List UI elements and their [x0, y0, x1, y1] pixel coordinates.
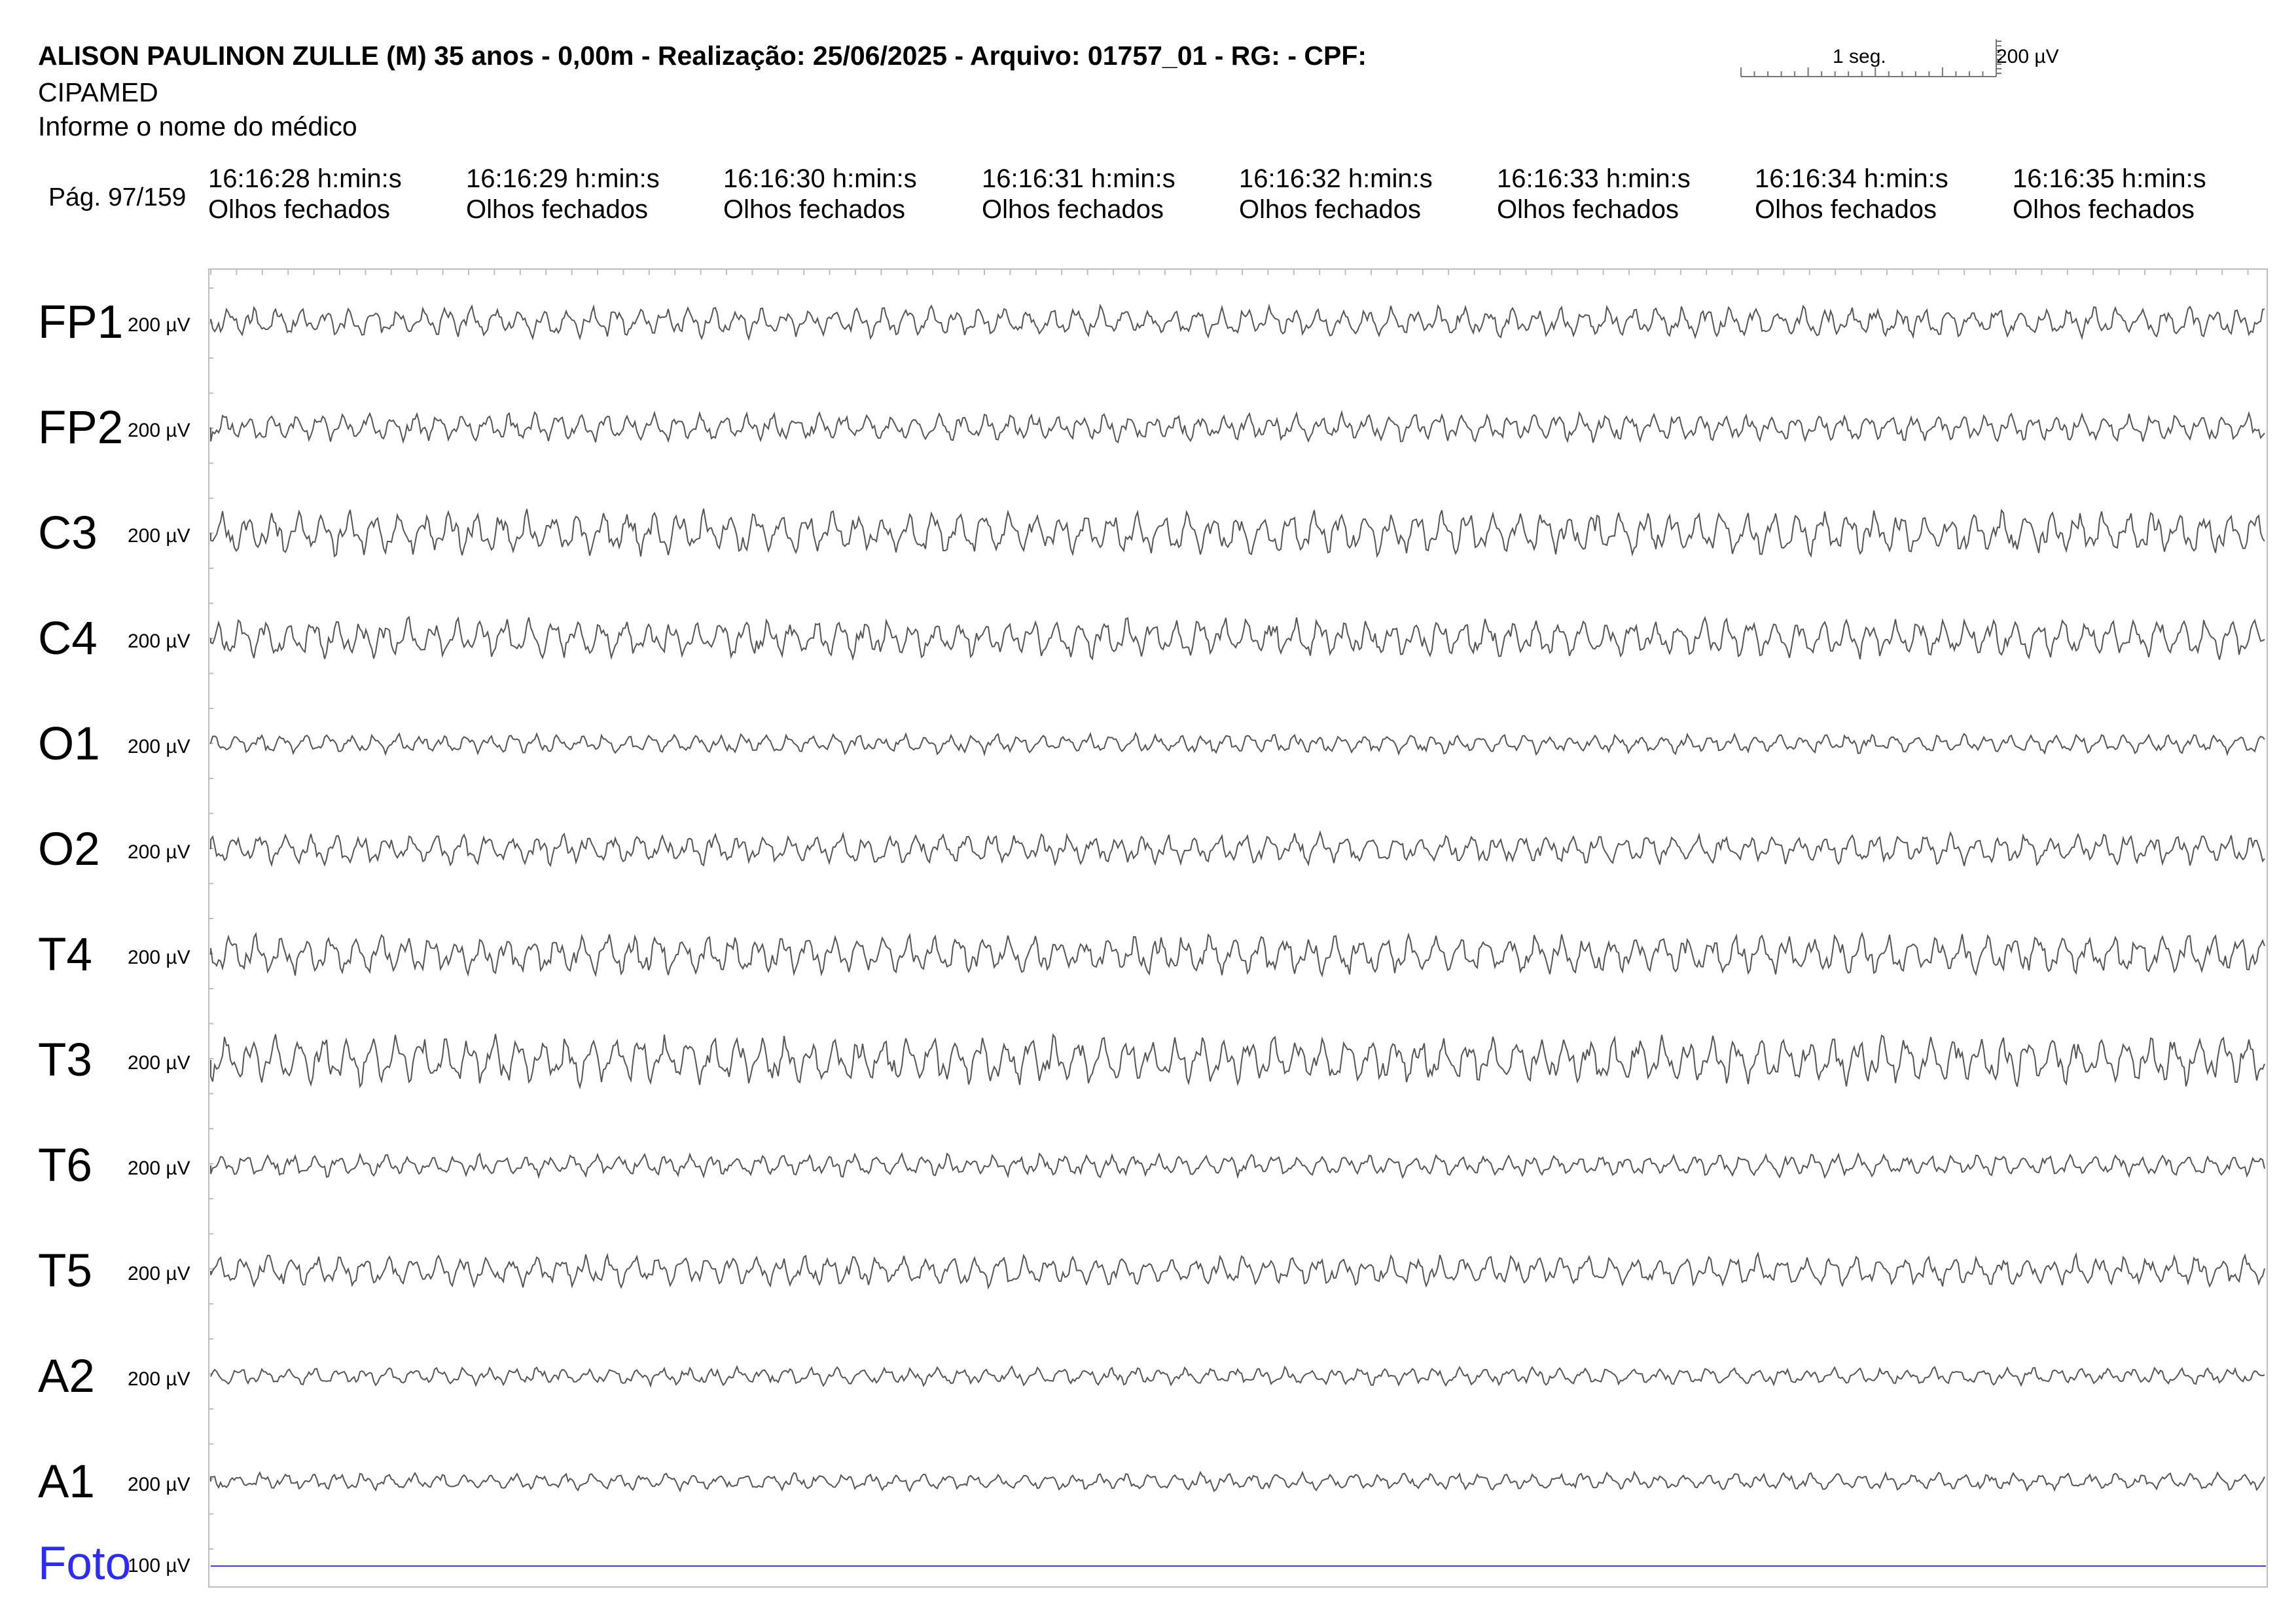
eeg-trace: [210, 1364, 2265, 1388]
eeg-traces: [208, 270, 2266, 1567]
eeg-trace: [210, 731, 2265, 757]
eeg-trace: [210, 1470, 2265, 1493]
eeg-trace: [210, 615, 2265, 661]
eeg-trace: [210, 1152, 2265, 1180]
eeg-trace: [210, 830, 2265, 867]
eeg-trace: [210, 508, 2265, 558]
eeg-trace: [210, 1251, 2265, 1290]
eeg-trace: [210, 1033, 2265, 1090]
eeg-trace: [210, 409, 2265, 444]
eeg-trace: [210, 303, 2265, 341]
eeg-trace: [210, 931, 2265, 978]
